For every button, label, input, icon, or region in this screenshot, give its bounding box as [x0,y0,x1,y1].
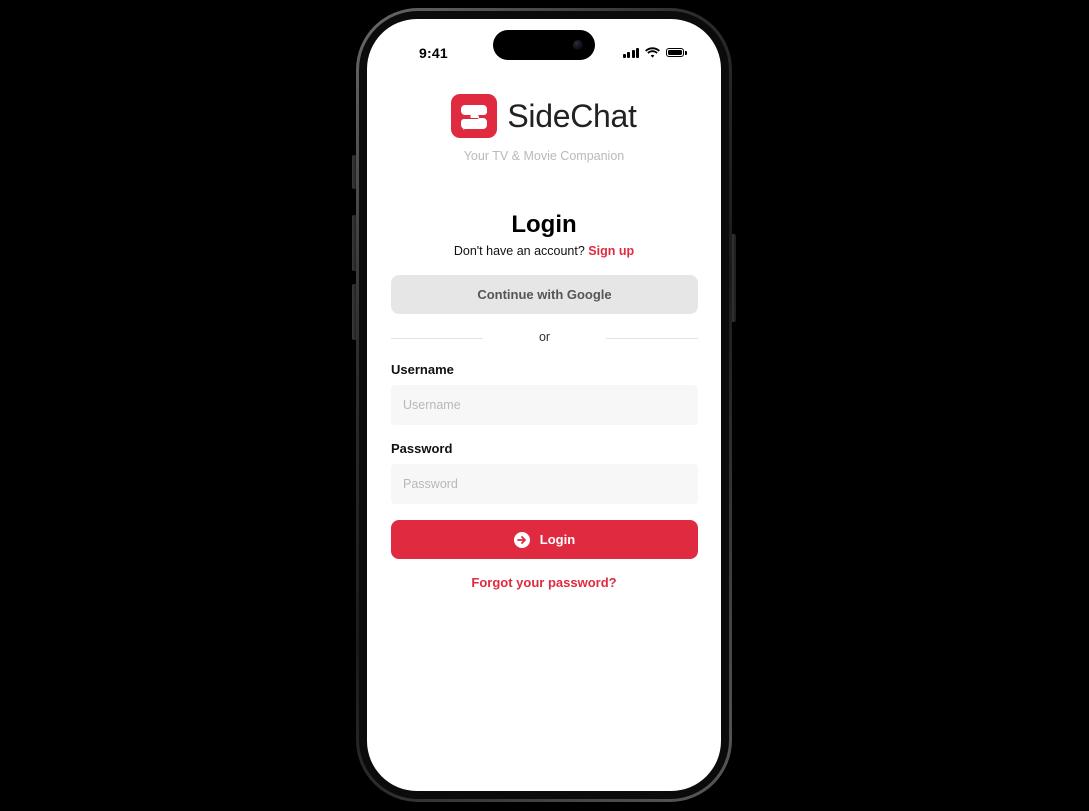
cellular-signal-icon [622,47,639,58]
status-time: 9:41 [419,45,448,61]
arrow-right-circle-icon [513,531,530,548]
signup-prompt-row: Don't have an account? Sign up [367,244,721,258]
camera-icon [573,40,583,50]
brand-header: SideChat [367,94,721,138]
page-title: Login [511,211,577,238]
login-button-label: Login [539,532,576,547]
status-icons [622,47,687,58]
dynamic-island [493,30,595,60]
divider-text: or [538,330,551,344]
brand-tagline: Your TV & Movie Companion [463,149,625,163]
sidechat-logo-icon [451,94,498,138]
username-input[interactable] [391,385,698,425]
google-signin-button[interactable]: Continue with Google [391,275,698,314]
forgot-password-link[interactable]: Forgot your password? [367,575,721,590]
signup-prompt: Don't have an account? [453,244,585,258]
username-label: Username [391,362,454,377]
password-label: Password [391,441,453,456]
signup-link[interactable]: Sign up [588,244,634,258]
battery-icon [666,48,687,57]
login-button[interactable]: Login [391,520,698,559]
wifi-icon [645,47,660,58]
stage: 9:41 SideChat Your TV & Movie Companion … [0,0,1089,811]
brand-name: SideChat [507,97,637,134]
divider-line-right [606,338,698,339]
or-divider: or [391,330,698,346]
password-input[interactable] [391,464,698,504]
phone-screen: 9:41 SideChat Your TV & Movie Companion … [367,19,721,791]
